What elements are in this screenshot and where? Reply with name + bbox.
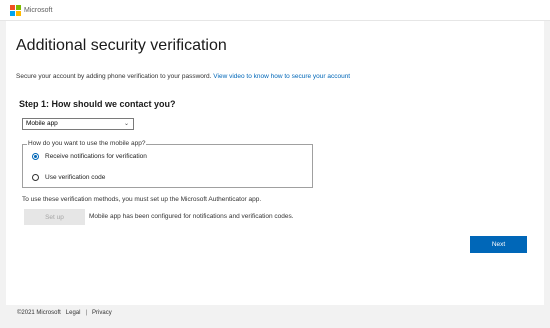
radio-verification-code[interactable] [32,174,39,181]
option-receive-notifications[interactable]: Receive notifications for verification [32,153,147,160]
next-button[interactable]: Next [470,236,527,253]
mobile-app-options: How do you want to use the mobile app? R… [22,140,313,188]
option-label-code: Use verification code [45,174,106,181]
chevron-down-icon: ⌄ [123,121,129,127]
intro-description: Secure your account by adding phone veri… [16,73,212,80]
privacy-link[interactable]: Privacy [92,310,112,316]
contact-method-value: Mobile app [26,120,58,127]
copyright: ©2021 Microsoft [17,310,61,316]
footer: ©2021 Microsoft Legal | Privacy [17,310,112,316]
video-link[interactable]: View video to know how to secure your ac… [213,73,350,80]
top-bar: Microsoft [0,0,550,21]
logo-square-red [10,4,15,10]
main-card: Additional security verification Secure … [6,21,544,305]
microsoft-logo-icon [10,4,21,16]
logo-square-blue [10,10,15,16]
legal-link[interactable]: Legal [66,310,81,316]
brand-name: Microsoft [24,6,53,14]
contact-method-select[interactable]: Mobile app ⌄ [22,118,134,130]
intro-text: Secure your account by adding phone veri… [16,73,350,80]
option-label-notifications: Receive notifications for verification [45,153,147,160]
radio-receive-notifications[interactable] [32,153,39,160]
set-up-button[interactable]: Set up [24,209,85,225]
step-heading: Step 1: How should we contact you? [19,99,176,109]
configured-status: Mobile app has been configured for notif… [89,213,294,220]
mobile-app-legend: How do you want to use the mobile app? [27,140,147,147]
logo-square-yellow [16,10,21,16]
page-title: Additional security verification [16,37,227,54]
setup-note: To use these verification methods, you m… [22,196,262,203]
footer-separator: | [85,310,88,316]
option-verification-code[interactable]: Use verification code [32,174,105,181]
logo-square-green [16,4,21,10]
